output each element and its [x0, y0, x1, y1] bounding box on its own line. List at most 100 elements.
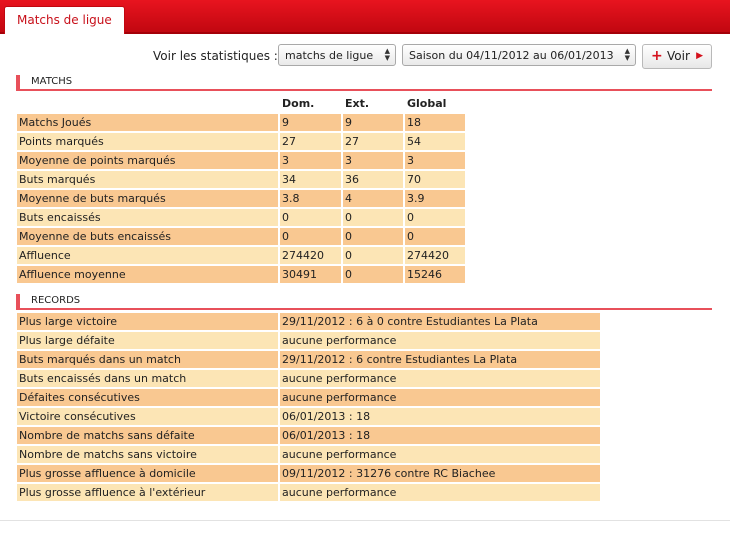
- table-row: Affluence moyenne 30491 0 15246: [17, 266, 465, 283]
- table-row: Moyenne de buts encaissés 0 0 0: [17, 228, 465, 245]
- row-label: Moyenne de buts marqués: [17, 190, 278, 207]
- top-bar: Matchs de ligue: [0, 0, 730, 34]
- dom-value: 0: [280, 228, 341, 245]
- record-label: Plus large défaite: [17, 332, 278, 349]
- ext-value: 27: [343, 133, 403, 150]
- select-arrows-icon: ▲ ▼: [384, 47, 390, 62]
- row-label: Buts marqués: [17, 171, 278, 188]
- record-value: aucune performance: [280, 446, 600, 463]
- record-label: Plus grosse affluence à domicile: [17, 465, 278, 482]
- section-header-records: RECORDS: [16, 294, 712, 310]
- section-title-matchs: MATCHS: [31, 76, 73, 87]
- record-value: 29/11/2012 : 6 à 0 contre Estudiantes La…: [280, 313, 600, 330]
- table-row: Défaites consécutives aucune performance: [17, 389, 600, 406]
- table-row: Plus grosse affluence à l'extérieur aucun…: [17, 484, 600, 501]
- table-row: Victoire consécutives 06/01/2013 : 18: [17, 408, 600, 425]
- global-value: 3.9: [405, 190, 465, 207]
- table-row: Buts encaissés dans un match aucune perfo…: [17, 370, 600, 387]
- matchs-table: Dom. Ext. Global Matchs Joués 9 9 18 Points …: [15, 93, 467, 285]
- ext-value: 0: [343, 228, 403, 245]
- tab-matchs-de-ligue[interactable]: Matchs de ligue: [4, 6, 125, 34]
- row-label: Matchs Joués: [17, 114, 278, 131]
- table-row: Affluence 274420 0 274420: [17, 247, 465, 264]
- row-label: Points marqués: [17, 133, 278, 150]
- play-arrow-icon: ▶: [696, 51, 703, 61]
- table-row: Buts encaissés 0 0 0: [17, 209, 465, 226]
- record-label: Défaites consécutives: [17, 389, 278, 406]
- table-row: Moyenne de buts marqués 3.8 4 3.9: [17, 190, 465, 207]
- record-value: aucune performance: [280, 332, 600, 349]
- global-value: 54: [405, 133, 465, 150]
- competition-select[interactable]: matchs de ligue ▲ ▼: [278, 44, 396, 66]
- dom-value: 3.8: [280, 190, 341, 207]
- record-value: aucune performance: [280, 370, 600, 387]
- section-title-records: RECORDS: [31, 295, 81, 306]
- row-label: Moyenne de points marqués: [17, 152, 278, 169]
- select-arrows-icon: ▲ ▼: [624, 47, 630, 62]
- record-value: 09/11/2012 : 31276 contre RC Biachee: [280, 465, 600, 482]
- table-row: Plus grosse affluence à domicile 09/11/20…: [17, 465, 600, 482]
- ext-value: 0: [343, 209, 403, 226]
- header-dom: Dom.: [282, 97, 315, 110]
- table-row: Matchs Joués 9 9 18: [17, 114, 465, 131]
- table-row: Points marqués 27 27 54: [17, 133, 465, 150]
- table-row: Buts marqués 34 36 70: [17, 171, 465, 188]
- table-row: Nombre de matchs sans défaite 06/01/2013 …: [17, 427, 600, 444]
- stats-controls: Voir les statistiques : matchs de ligue …: [0, 44, 730, 69]
- row-label: Moyenne de buts encaissés: [17, 228, 278, 245]
- ext-value: 0: [343, 266, 403, 283]
- table-row: Plus large victoire 29/11/2012 : 6 à 0 co…: [17, 313, 600, 330]
- dom-value: 3: [280, 152, 341, 169]
- record-label: Plus large victoire: [17, 313, 278, 330]
- global-value: 15246: [405, 266, 465, 283]
- plus-icon: +: [651, 48, 663, 64]
- season-select-value: Saison du 04/11/2012 au 06/01/2013: [409, 49, 614, 62]
- table-row: Buts marqués dans un match 29/11/2012 : 6…: [17, 351, 600, 368]
- row-label: Buts encaissés: [17, 209, 278, 226]
- record-label: Victoire consécutives: [17, 408, 278, 425]
- stats-label: Voir les statistiques :: [153, 49, 278, 63]
- ext-value: 9: [343, 114, 403, 131]
- table-row: Plus large défaite aucune performance: [17, 332, 600, 349]
- dom-value: 27: [280, 133, 341, 150]
- global-value: 0: [405, 209, 465, 226]
- section-header-matchs: MATCHS: [16, 75, 712, 91]
- row-label: Affluence: [17, 247, 278, 264]
- record-value: 06/01/2013 : 18: [280, 427, 600, 444]
- global-value: 0: [405, 228, 465, 245]
- ext-value: 3: [343, 152, 403, 169]
- record-label: Buts marqués dans un match: [17, 351, 278, 368]
- records-table: Plus large victoire 29/11/2012 : 6 à 0 co…: [15, 311, 602, 503]
- dom-value: 0: [280, 209, 341, 226]
- dom-value: 34: [280, 171, 341, 188]
- global-value: 18: [405, 114, 465, 131]
- record-value: aucune performance: [280, 389, 600, 406]
- global-value: 274420: [405, 247, 465, 264]
- voir-button-label: Voir: [667, 49, 690, 63]
- voir-button[interactable]: + Voir ▶: [642, 44, 712, 69]
- record-label: Nombre de matchs sans victoire: [17, 446, 278, 463]
- header-global: Global: [407, 97, 447, 110]
- ext-value: 4: [343, 190, 403, 207]
- record-label: Nombre de matchs sans défaite: [17, 427, 278, 444]
- record-label: Plus grosse affluence à l'extérieur: [17, 484, 278, 501]
- dom-value: 274420: [280, 247, 341, 264]
- record-value: 06/01/2013 : 18: [280, 408, 600, 425]
- ext-value: 0: [343, 247, 403, 264]
- season-select[interactable]: Saison du 04/11/2012 au 06/01/2013 ▲ ▼: [402, 44, 636, 66]
- ext-value: 36: [343, 171, 403, 188]
- competition-select-value: matchs de ligue: [285, 49, 374, 62]
- footer-divider: [0, 520, 730, 521]
- record-label: Buts encaissés dans un match: [17, 370, 278, 387]
- record-value: 29/11/2012 : 6 contre Estudiantes La Pla…: [280, 351, 600, 368]
- header-ext: Ext.: [345, 97, 370, 110]
- record-value: aucune performance: [280, 484, 600, 501]
- row-label: Affluence moyenne: [17, 266, 278, 283]
- dom-value: 30491: [280, 266, 341, 283]
- global-value: 3: [405, 152, 465, 169]
- dom-value: 9: [280, 114, 341, 131]
- table-row: Moyenne de points marqués 3 3 3: [17, 152, 465, 169]
- global-value: 70: [405, 171, 465, 188]
- header-empty: [17, 95, 278, 112]
- table-row: Nombre de matchs sans victoire aucune per…: [17, 446, 600, 463]
